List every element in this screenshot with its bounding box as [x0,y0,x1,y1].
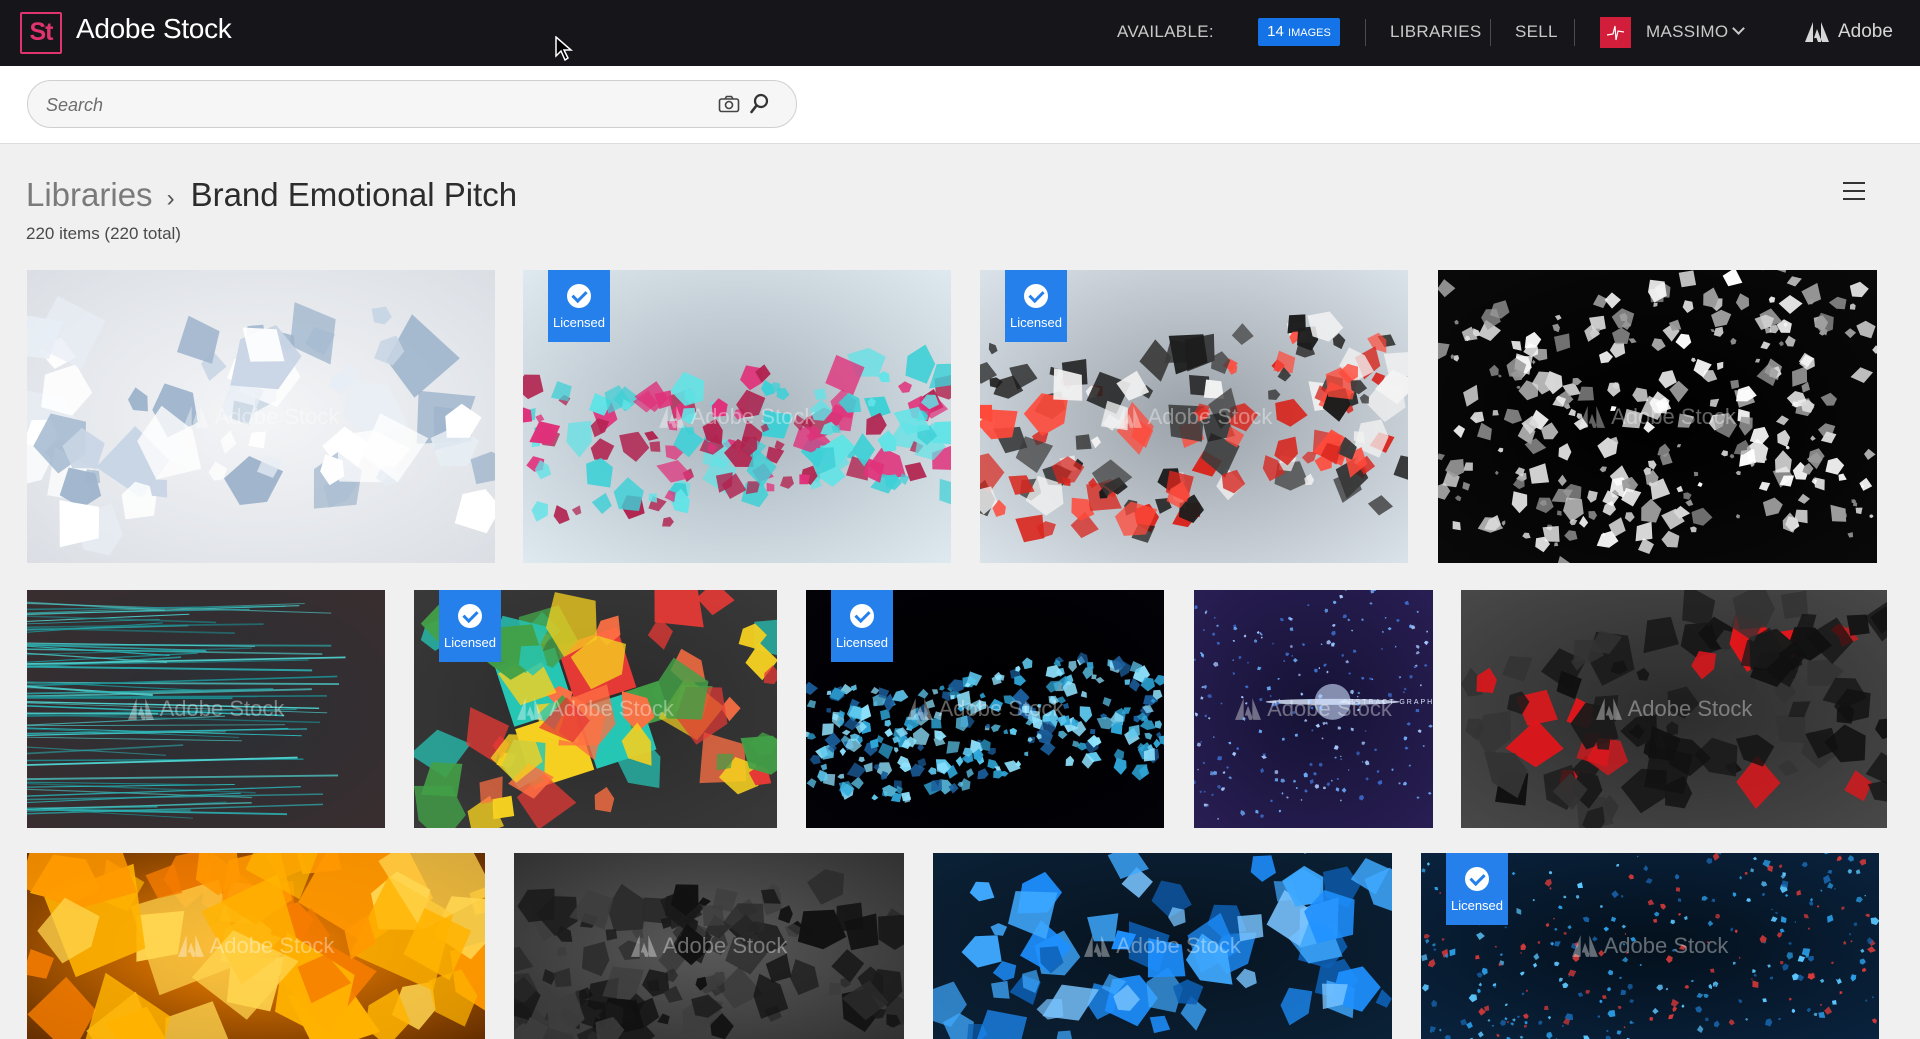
licensed-label: Licensed [835,635,889,650]
user-avatar[interactable] [1600,17,1631,48]
search-bar-area [0,66,1920,144]
nav-divider [1365,19,1366,46]
licensed-badge: Licensed [831,590,893,662]
camera-icon[interactable] [718,95,740,113]
image-tile[interactable]: Adobe Stock [27,270,495,563]
stock-image-thumbnail [514,853,904,1039]
licensed-badge: Licensed [548,270,610,342]
stock-image-thumbnail [933,853,1392,1039]
app-title[interactable]: Adobe Stock [76,13,232,45]
image-tile[interactable]: Adobe Stock Licensed [806,590,1164,828]
available-label: AVAILABLE: [1117,22,1214,41]
image-tile[interactable]: Adobe Stock [1461,590,1887,828]
image-tile[interactable]: Adobe Stock [514,853,904,1039]
checkmark-icon [1465,867,1489,891]
checkmark-icon [567,284,591,308]
signature-icon [1606,25,1625,41]
nav-libraries-link[interactable]: LIBRARIES [1390,22,1482,42]
checkmark-icon [850,604,874,628]
search-input[interactable] [46,93,686,117]
adobe-stock-logo[interactable]: St [20,12,62,54]
licensed-badge: Licensed [1005,270,1067,342]
images-unit: IMAGES [1288,27,1331,39]
nav-sell-link[interactable]: SELL [1515,22,1558,42]
stock-image-thumbnail [27,270,495,563]
breadcrumb-separator: › [166,185,175,212]
breadcrumb-libraries-link[interactable]: Libraries [26,176,153,214]
stock-image-thumbnail [27,590,385,828]
nav-divider [1490,19,1491,46]
licensed-label: Licensed [1450,898,1504,913]
stock-image-thumbnail: ABSTRACT GRAPHICS [1194,590,1433,828]
images-available-badge[interactable]: 14 IMAGES [1258,18,1340,46]
image-tile[interactable]: Adobe Stock [27,853,485,1039]
stock-image-thumbnail [1438,270,1877,563]
image-tile[interactable]: Adobe Stock Licensed [980,270,1408,563]
user-name[interactable]: MASSIMO [1646,22,1728,42]
image-inner-text: ABSTRACT GRAPHICS [1342,699,1433,706]
licensed-label: Licensed [552,315,606,330]
page-title: Brand Emotional Pitch [190,176,518,213]
licensed-label: Licensed [443,635,497,650]
licensed-badge: Licensed [1446,853,1508,925]
top-navigation-bar: St Adobe Stock AVAILABLE: 14 IMAGES LIBR… [0,0,1920,66]
licensed-label: Licensed [1009,315,1063,330]
search-icon[interactable] [750,93,770,115]
nav-divider [1574,19,1575,46]
adobe-logo-icon [1805,22,1829,42]
image-tile[interactable]: ABSTRACT GRAPHICSAdobe Stock [1194,590,1433,828]
checkmark-icon [458,604,482,628]
image-tile[interactable]: Adobe Stock [1438,270,1877,563]
adobe-link[interactable]: Adobe [1838,21,1893,43]
image-tile[interactable]: Adobe Stock [27,590,385,828]
item-count: 220 items (220 total) [26,224,181,243]
search-field[interactable] [27,80,797,128]
stock-image-thumbnail [1461,590,1887,828]
mouse-cursor-icon [555,36,573,62]
breadcrumb: Libraries › Brand Emotional Pitch [26,176,517,220]
image-tile[interactable]: Adobe Stock Licensed [414,590,777,828]
checkmark-icon [1024,284,1048,308]
image-tile[interactable]: Adobe Stock [933,853,1392,1039]
image-tile[interactable]: Adobe Stock Licensed [1421,853,1879,1039]
stock-image-thumbnail [27,853,485,1039]
image-tile[interactable]: Adobe Stock Licensed [523,270,951,563]
licensed-badge: Licensed [439,590,501,662]
hamburger-menu-icon[interactable] [1843,182,1865,200]
chevron-down-icon[interactable] [1732,22,1745,35]
images-count: 14 [1267,23,1284,40]
